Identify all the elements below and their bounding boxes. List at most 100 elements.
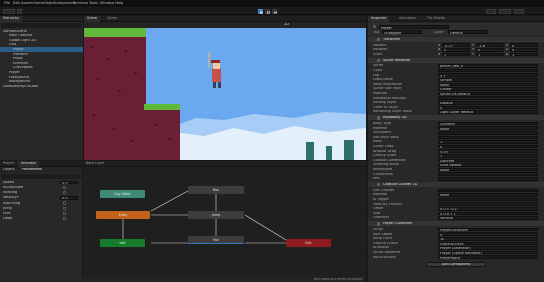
parameter-row[interactable]: VelocityY 0.0 xyxy=(0,196,82,201)
layers-dropdown[interactable] xyxy=(486,8,496,14)
menu-help[interactable]: Help xyxy=(115,1,123,6)
rigidbody-field[interactable]: 0 xyxy=(438,144,538,149)
2d-toggle[interactable]: 2D xyxy=(284,23,289,27)
layout-dropdown[interactable] xyxy=(499,8,511,14)
transform-value-field[interactable]: 0 xyxy=(510,47,538,52)
step-button[interactable] xyxy=(272,8,277,14)
cloud-icon[interactable] xyxy=(17,8,22,14)
rigidbody-field[interactable]: 1 xyxy=(438,153,538,158)
menu-file[interactable]: File xyxy=(4,1,10,6)
parameter-row[interactable]: Hurt xyxy=(0,211,82,216)
rigidbody-field[interactable]: Discrete xyxy=(438,158,538,162)
parameter-row[interactable]: IsFalling xyxy=(0,190,82,195)
menu-assets[interactable]: Assets xyxy=(21,1,33,6)
collider-field[interactable] xyxy=(438,188,538,193)
state-fall[interactable]: Fall xyxy=(188,236,244,244)
transform-enabled-checkbox[interactable] xyxy=(377,37,381,42)
sprite-renderer-field[interactable] xyxy=(438,96,538,100)
rigidbody-field[interactable] xyxy=(438,135,538,140)
menu-tools[interactable]: Tools xyxy=(89,1,98,6)
transform-value-field[interactable]: -1.8 xyxy=(476,43,504,47)
player-controller-field[interactable]: PlayerInput xyxy=(438,255,538,259)
player-controller-field[interactable]: 5 xyxy=(438,232,538,236)
rigidbody-field[interactable]: None xyxy=(438,126,538,130)
collider-field[interactable] xyxy=(438,202,538,206)
menu-edit[interactable]: Edit xyxy=(13,1,20,6)
player-controller-header[interactable]: Player Controller xyxy=(368,221,544,227)
parameter-row[interactable]: Jump xyxy=(0,206,82,211)
tab-parameters[interactable]: Parameters xyxy=(22,168,42,172)
menu-gameobject[interactable]: GameObject xyxy=(33,1,55,6)
parameter-row[interactable]: IsRunning xyxy=(0,201,82,206)
parameter-checkbox[interactable] xyxy=(63,216,67,221)
rigidbody-field[interactable]: 0.05 xyxy=(438,149,538,153)
transform-value-field[interactable]: 0 xyxy=(510,43,538,47)
transform-value-field[interactable]: 0 xyxy=(442,47,470,52)
collider-header[interactable]: Capsule Collider 2D xyxy=(368,182,544,188)
collider-field[interactable]: None xyxy=(438,193,538,197)
transform-value-field[interactable]: 1 xyxy=(442,52,470,56)
sprite-renderer-field[interactable]: 0 xyxy=(438,105,538,109)
animator-graph[interactable] xyxy=(83,167,366,277)
sprite-renderer-field[interactable]: Center xyxy=(438,87,538,91)
state-run[interactable]: Run xyxy=(188,186,244,194)
tab-inspector[interactable]: Inspector xyxy=(368,16,390,22)
sprite-renderer-field[interactable]: None xyxy=(438,82,538,86)
parameter-row[interactable]: Speed 0.0 xyxy=(0,180,82,185)
tab-hierarchy[interactable]: Hierarchy xyxy=(0,16,22,22)
state-entry[interactable]: Entry xyxy=(96,211,150,219)
sprite-renderer-field[interactable]: Sprite-Lit-Default xyxy=(438,91,538,96)
player-controller-field[interactable]: Player (Sprite Renderer) xyxy=(438,250,538,255)
rigidbody-field[interactable]: Start Awake xyxy=(438,163,538,167)
transform-value-field[interactable]: 0 xyxy=(476,47,504,52)
parameter-value-field[interactable]: 0.0 xyxy=(60,196,78,200)
menu-window[interactable]: Window xyxy=(100,1,114,6)
state-any-state[interactable]: Any State xyxy=(100,190,145,198)
pause-button[interactable] xyxy=(265,8,270,14)
player-controller-field[interactable]: 10 xyxy=(438,236,538,241)
parameter-checkbox[interactable] xyxy=(63,206,67,210)
parameter-row[interactable]: IsGrounded xyxy=(0,185,82,190)
transform-value-field[interactable]: -4.27 xyxy=(442,43,470,47)
menu-services[interactable]: Services xyxy=(73,1,88,6)
transform-value-field[interactable]: 1 xyxy=(510,52,538,56)
add-component-button[interactable]: Add Component xyxy=(426,261,486,267)
collider-field[interactable]: X 0 Y -0.1 xyxy=(438,206,538,211)
sprite-renderer-field[interactable]: Default xyxy=(438,100,538,105)
parameter-row[interactable]: Dead xyxy=(0,216,82,221)
sprite-renderer-field[interactable] xyxy=(438,68,538,73)
transform-value-field[interactable]: 1 xyxy=(476,52,504,56)
collider-field[interactable]: X 0.6 Y 1 xyxy=(438,211,538,215)
collider-enabled-checkbox[interactable] xyxy=(377,182,381,187)
collider-field[interactable] xyxy=(438,197,538,202)
state-idle[interactable]: Idle xyxy=(100,239,145,247)
player-controller-field[interactable]: GroundCheck xyxy=(438,241,538,245)
sprite-renderer-enabled-checkbox[interactable] xyxy=(377,58,381,62)
active-checkbox[interactable] xyxy=(373,25,377,29)
player-controller-enabled-checkbox[interactable] xyxy=(377,222,381,226)
account-dropdown[interactable] xyxy=(3,8,15,14)
rigidbody-field[interactable] xyxy=(438,176,538,181)
rigidbody-field[interactable]: Dynamic xyxy=(438,121,538,126)
parameter-checkbox[interactable] xyxy=(63,185,67,190)
collider-field[interactable]: Vertical xyxy=(438,216,538,220)
game-canvas[interactable] xyxy=(84,28,366,160)
search-button[interactable] xyxy=(514,8,524,14)
sprite-renderer-field[interactable]: Simple xyxy=(438,77,538,82)
rigidbody-enabled-checkbox[interactable] xyxy=(377,116,381,120)
player-controller-field[interactable]: PlayerController xyxy=(438,227,538,232)
hierarchy-search-input[interactable] xyxy=(1,23,82,28)
state-jump[interactable]: Jump xyxy=(188,211,244,219)
parameter-search-input[interactable] xyxy=(1,174,81,179)
state-exit[interactable]: Exit xyxy=(286,239,331,247)
object-name-field[interactable]: Player xyxy=(379,25,449,29)
player-controller-field[interactable]: Player (Animator) xyxy=(438,246,538,250)
parameter-value-field[interactable]: 0.0 xyxy=(60,180,78,184)
sprite-renderer-header[interactable]: Sprite Renderer xyxy=(368,57,544,63)
rigidbody-field[interactable] xyxy=(438,130,538,135)
sprite-renderer-field[interactable]: Light Layer default xyxy=(438,110,538,114)
rigidbody-field[interactable]: 1 xyxy=(438,140,538,144)
play-button[interactable] xyxy=(258,8,263,14)
tab-tile-palette[interactable]: Tile Palette xyxy=(424,16,448,22)
parameter-checkbox[interactable] xyxy=(63,201,67,205)
